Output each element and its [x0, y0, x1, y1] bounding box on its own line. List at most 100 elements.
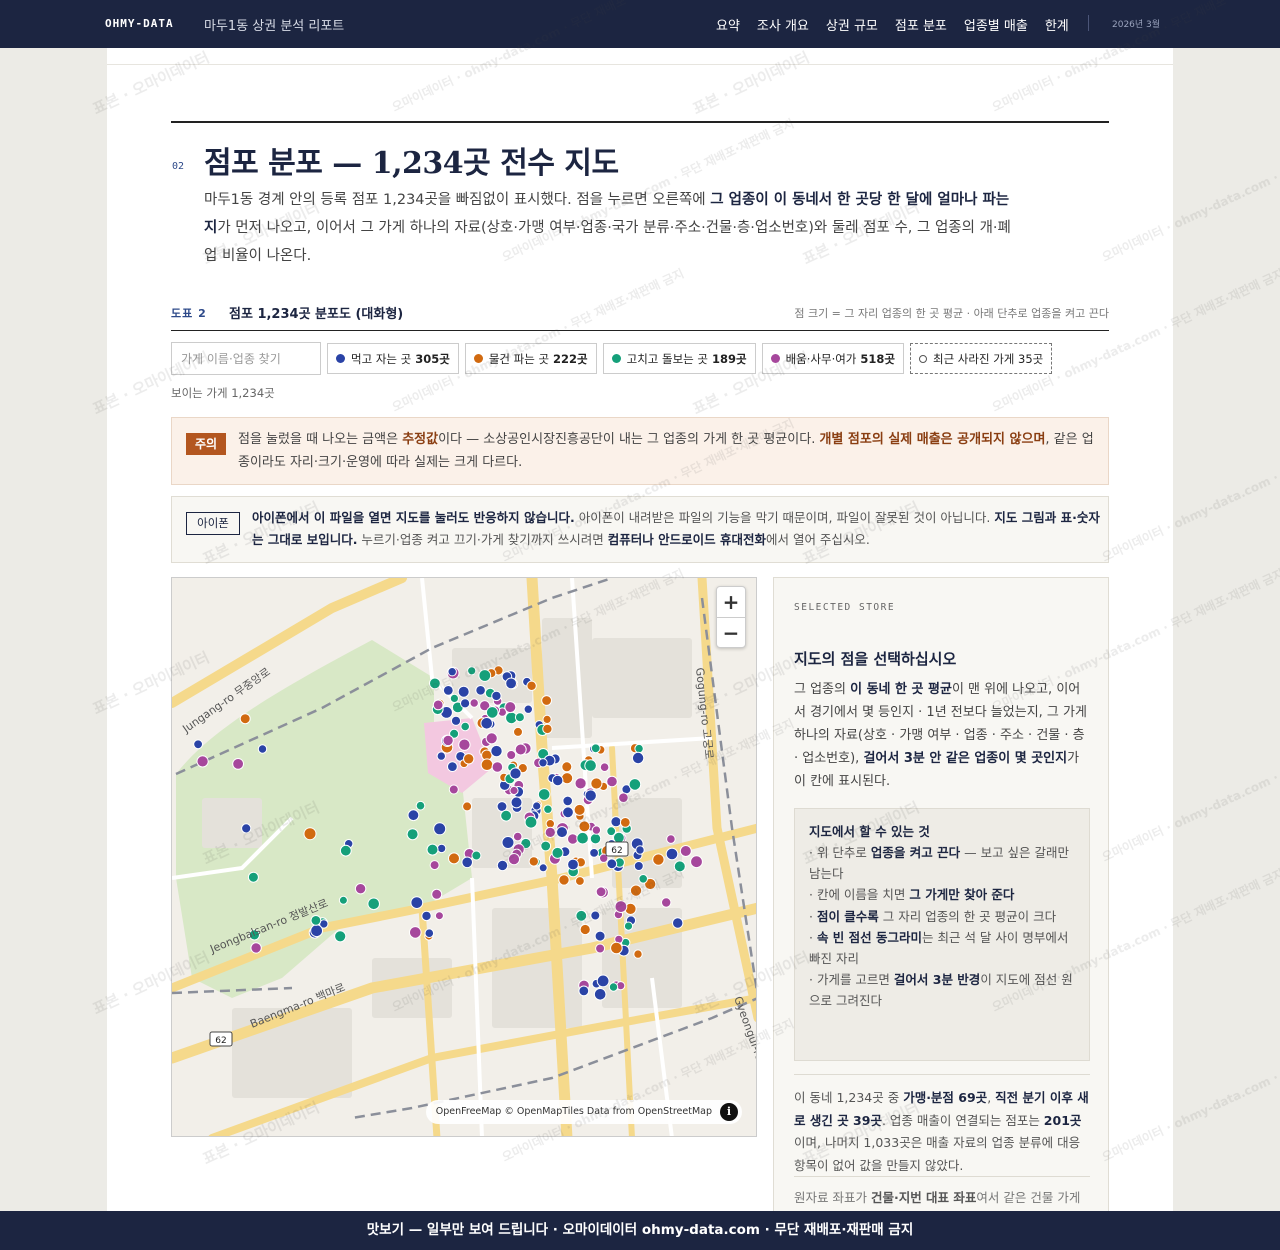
store-marker[interactable] [523, 704, 533, 714]
store-marker[interactable] [652, 853, 665, 866]
store-marker[interactable] [513, 726, 523, 737]
store-marker[interactable] [436, 843, 447, 854]
store-marker[interactable] [442, 685, 454, 696]
store-marker[interactable] [628, 778, 642, 791]
store-marker[interactable] [623, 921, 634, 931]
store-marker[interactable] [544, 826, 556, 838]
store-marker[interactable] [619, 817, 631, 828]
store-marker[interactable] [575, 876, 585, 886]
store-marker[interactable] [596, 974, 610, 988]
store-marker[interactable] [429, 677, 441, 690]
store-marker[interactable] [606, 858, 618, 870]
store-marker[interactable] [232, 758, 244, 770]
store-marker[interactable] [561, 761, 573, 773]
store-marker[interactable] [406, 828, 419, 841]
filter-retail-button[interactable]: 물건 파는 곳 222곳 [464, 343, 597, 374]
store-marker[interactable] [510, 796, 523, 809]
store-marker[interactable] [542, 714, 552, 724]
store-marker[interactable] [410, 896, 424, 910]
store-marker[interactable] [614, 900, 628, 914]
store-marker[interactable] [528, 856, 539, 867]
store-marker[interactable] [551, 846, 564, 859]
nav-item-limits[interactable]: 한계 [1045, 15, 1069, 34]
map-canvas[interactable]: Jungang-ro 무중앙로 Jeongbalsan-ro 정발산로 Baen… [172, 578, 757, 1137]
store-marker[interactable] [471, 850, 482, 861]
store-marker[interactable] [421, 910, 432, 922]
store-marker[interactable] [442, 734, 454, 747]
store-marker[interactable] [480, 717, 494, 730]
store-marker[interactable] [610, 816, 622, 828]
store-marker[interactable] [610, 941, 623, 955]
store-marker[interactable] [633, 949, 643, 959]
store-marker[interactable] [447, 667, 457, 677]
filter-closed-stores-button[interactable]: 최근 사라진 가게 35곳 [909, 343, 1053, 374]
store-marker[interactable] [450, 715, 462, 726]
store-marker[interactable] [354, 883, 367, 895]
store-marker[interactable] [424, 928, 435, 939]
store-marker[interactable] [247, 871, 259, 883]
store-marker[interactable] [532, 801, 542, 811]
store-marker[interactable] [538, 758, 548, 768]
store-marker[interactable] [545, 819, 555, 829]
store-marker[interactable] [463, 753, 475, 765]
store-marker[interactable] [595, 943, 606, 954]
store-marker[interactable] [257, 744, 268, 754]
store-marker[interactable] [509, 785, 519, 796]
store-marker[interactable] [250, 942, 262, 954]
store-marker[interactable] [338, 895, 348, 905]
store-marker[interactable] [491, 690, 502, 702]
store-marker[interactable] [573, 803, 586, 816]
filter-eat-sleep-button[interactable]: 먹고 자는 곳 305곳 [327, 343, 459, 374]
store-marker[interactable] [542, 723, 553, 735]
attribution-text[interactable]: OpenFreeMap © OpenMapTiles Data from Ope… [436, 1106, 712, 1117]
store-marker[interactable] [509, 767, 522, 780]
store-marker[interactable] [458, 738, 471, 751]
store-marker[interactable] [673, 860, 686, 873]
store-marker[interactable] [594, 930, 606, 942]
store-marker[interactable] [665, 847, 679, 861]
store-marker[interactable] [339, 844, 352, 857]
store-marker[interactable] [584, 759, 597, 772]
store-marker[interactable] [303, 827, 317, 841]
store-marker[interactable] [506, 750, 517, 760]
store-marker[interactable] [576, 831, 589, 845]
store-marker[interactable] [634, 743, 644, 754]
store-marker[interactable] [690, 855, 703, 869]
store-marker[interactable] [589, 833, 602, 845]
store-marker[interactable] [480, 758, 494, 771]
store-marker[interactable] [505, 677, 518, 690]
store-marker[interactable] [635, 845, 645, 855]
store-marker[interactable] [562, 795, 574, 807]
store-marker[interactable] [633, 861, 644, 871]
store-marker[interactable] [409, 926, 422, 939]
store-marker[interactable] [590, 743, 601, 754]
store-marker[interactable] [631, 751, 645, 765]
store-marker[interactable] [543, 804, 553, 814]
store-marker[interactable] [239, 713, 251, 725]
store-marker[interactable] [558, 874, 570, 886]
store-marker[interactable] [501, 836, 515, 849]
store-marker[interactable] [618, 792, 629, 803]
store-marker[interactable] [629, 884, 643, 897]
store-marker[interactable] [504, 701, 517, 714]
store-search-input[interactable] [171, 342, 321, 375]
store-marker[interactable] [367, 897, 380, 911]
store-marker[interactable] [429, 860, 440, 871]
nav-item-survey[interactable]: 조사 개요 [757, 15, 809, 34]
store-marker[interactable] [431, 888, 443, 900]
nav-item-summary[interactable]: 요약 [716, 15, 740, 34]
store-marker[interactable] [599, 762, 610, 772]
store-marker[interactable] [666, 834, 676, 844]
store-marker[interactable] [491, 761, 504, 773]
store-marker[interactable] [500, 809, 513, 822]
store-marker[interactable] [679, 845, 692, 857]
store-marker[interactable] [512, 831, 523, 842]
nav-item-sales-by-industry[interactable]: 업종별 매출 [964, 15, 1028, 34]
store-marker[interactable] [524, 815, 538, 829]
store-marker[interactable] [638, 874, 649, 884]
store-marker[interactable] [578, 820, 591, 833]
store-marker[interactable] [415, 800, 426, 811]
store-marker[interactable] [567, 833, 579, 845]
store-marker[interactable] [514, 743, 527, 756]
store-marker[interactable] [334, 930, 347, 943]
